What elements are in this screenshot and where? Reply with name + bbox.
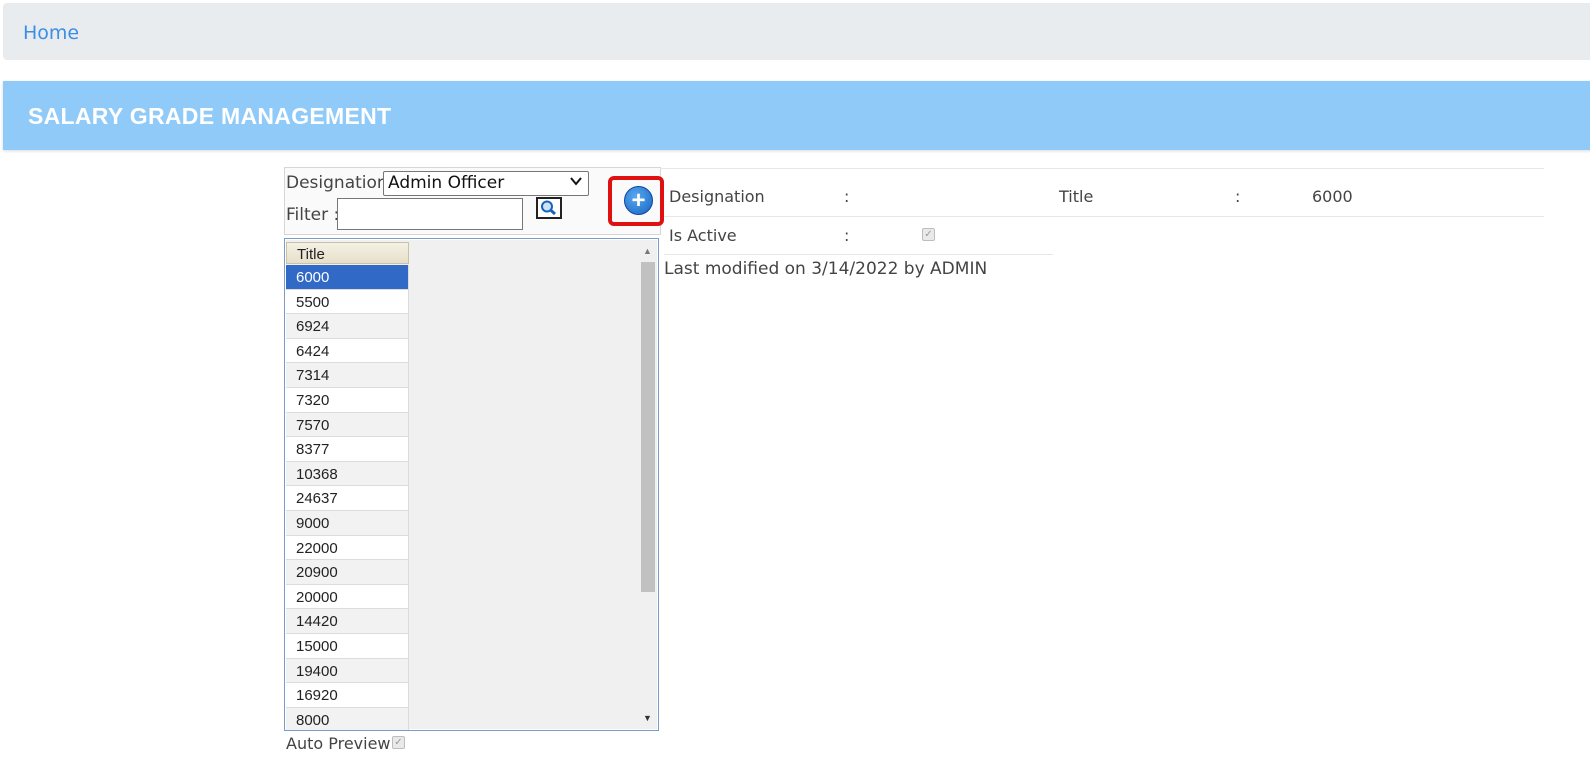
auto-preview: Auto Preview: [286, 734, 391, 753]
detail-top-divider: [660, 168, 1544, 169]
salary-grade-grid[interactable]: Title 6000 5500 6924 6424 7314 7320 7570 8377 10…: [284, 238, 659, 731]
table-row[interactable]: 8000: [286, 707, 409, 730]
detail-is-active-label: Is Active: [669, 226, 737, 245]
table-row[interactable]: 20000: [286, 584, 409, 610]
auto-preview-checkbox[interactable]: ✓: [392, 736, 405, 749]
vertical-scrollbar[interactable]: ▲ ▼: [639, 240, 657, 729]
plus-icon: +: [631, 187, 646, 214]
table-row[interactable]: 16920: [286, 683, 409, 708]
table-row[interactable]: 7314: [286, 363, 409, 388]
search-button[interactable]: [536, 197, 562, 219]
page-header: SALARY GRADE MANAGEMENT: [3, 81, 1590, 150]
last-modified-text: Last modified on 3/14/2022 by ADMIN: [664, 259, 988, 279]
column-header-title[interactable]: Title: [286, 242, 409, 264]
page-title: SALARY GRADE MANAGEMENT: [28, 103, 392, 129]
table-row[interactable]: 8377: [286, 437, 409, 462]
check-icon: ✓: [924, 229, 933, 240]
table-row[interactable]: 15000: [286, 633, 409, 659]
table-row[interactable]: 6000: [286, 265, 409, 290]
detail-row-divider: [664, 216, 1544, 217]
scroll-down-icon[interactable]: ▼: [643, 713, 652, 723]
table-row[interactable]: 24637: [286, 486, 409, 511]
table-row[interactable]: 5500: [286, 289, 409, 315]
filter-input[interactable]: [337, 198, 523, 230]
detail-title-value: 6000: [1312, 187, 1353, 206]
table-row[interactable]: 10368: [286, 461, 409, 487]
detail-is-active-separator: :: [844, 226, 850, 245]
scroll-up-icon[interactable]: ▲: [643, 246, 652, 256]
search-icon: [541, 200, 556, 216]
table-row[interactable]: 22000: [286, 535, 409, 561]
add-button[interactable]: +: [624, 186, 653, 215]
scrollbar-thumb[interactable]: [641, 262, 655, 592]
auto-preview-label: Auto Preview: [286, 734, 391, 753]
table-row[interactable]: 7320: [286, 387, 409, 413]
breadcrumb: Home: [3, 3, 1590, 60]
table-row[interactable]: 14420: [286, 609, 409, 634]
designation-selected-value: Admin Officer: [388, 173, 505, 193]
detail-title-separator: :: [1235, 187, 1241, 206]
detail-row-divider-2: [664, 254, 1053, 255]
detail-designation-label: Designation: [669, 187, 765, 206]
detail-title-label: Title: [1059, 187, 1094, 206]
designation-select[interactable]: Admin Officer: [383, 171, 589, 196]
table-row[interactable]: 20900: [286, 560, 409, 585]
chevron-down-icon: [570, 174, 582, 192]
check-icon: ✓: [394, 737, 403, 748]
table-row[interactable]: 9000: [286, 510, 409, 536]
is-active-checkbox: ✓: [922, 228, 935, 241]
detail-designation-separator: :: [844, 187, 850, 206]
grid-toolbar: Designation Admin Officer Filter :: [284, 167, 661, 235]
filter-label: Filter :: [286, 205, 340, 225]
grid-body: Title 6000 5500 6924 6424 7314 7320 7570 8377 10…: [286, 240, 639, 730]
grid-rows: 6000 5500 6924 6424 7314 7320 7570 8377 10368 246…: [286, 265, 409, 730]
breadcrumb-home-link[interactable]: Home: [23, 22, 79, 44]
designation-label: Designation: [286, 173, 388, 193]
table-row[interactable]: 7570: [286, 412, 409, 438]
table-row[interactable]: 19400: [286, 658, 409, 684]
table-row[interactable]: 6924: [286, 314, 409, 339]
table-row[interactable]: 6424: [286, 338, 409, 364]
